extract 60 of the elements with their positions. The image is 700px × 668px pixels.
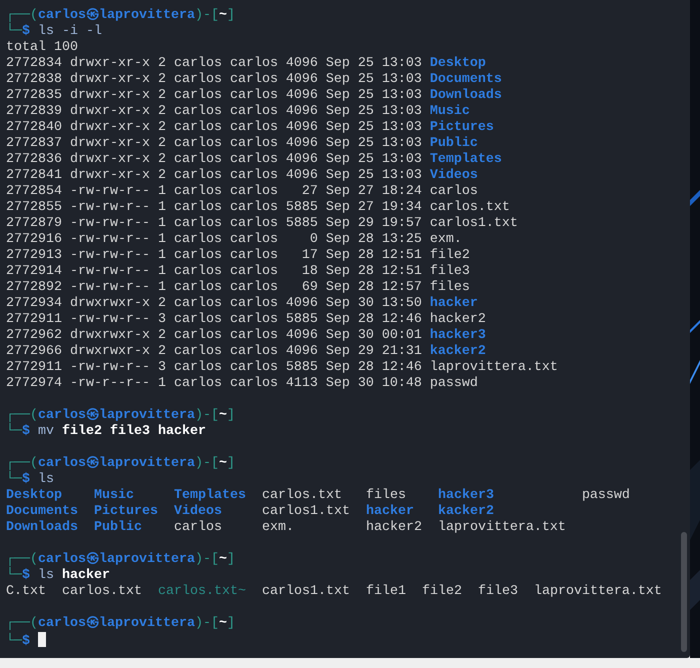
file-name: file2 <box>422 584 462 600</box>
file-name: kacker2 <box>438 504 495 520</box>
listing-row-text: 2772914 -rw-rw-r-- 1 carlos carlos 18 Sep 28 12:51 file3 <box>6 264 471 280</box>
file-name: Downloads <box>6 520 78 536</box>
file-name: Videos <box>174 504 223 520</box>
listing-row-text: 2772962 drwxrwxr-x 2 carlos carlos 4096 Sep 30 00:01 hacker3 <box>6 328 487 344</box>
file-name: Templates <box>174 488 246 504</box>
file-name: exm. <box>262 520 295 536</box>
command-line[interactable]: └─$ ls <box>6 472 684 488</box>
file-name: laprovittera.txt <box>438 520 566 536</box>
command-line[interactable]: └─$ ls hacker <box>6 568 684 584</box>
file-name: carlos.txt <box>262 488 343 504</box>
listing-row-text: 2772913 -rw-rw-r-- 1 carlos carlos 17 Sep 28 12:51 file2 <box>6 248 471 264</box>
file-name: carlos <box>174 520 223 536</box>
file-name: carlos1.txt <box>262 584 350 600</box>
listing-row-text: 2772835 drwxr-xr-x 2 carlos carlos 4096 Sep 25 13:03 Downloads <box>6 88 503 104</box>
listing-row-text: 2772916 -rw-rw-r-- 1 carlos carlos 0 Sep 28 13:25 exm. <box>6 232 463 248</box>
file-name: hacker2 <box>366 520 422 536</box>
prompt-line: ┌──(carlos㉿laprovittera)-[~] <box>6 616 236 632</box>
file-name: carlos.txt~ <box>158 584 246 600</box>
prompt-line: ┌──(carlos㉿laprovittera)-[~] <box>6 552 236 567</box>
listing-row-text: 2772838 drwxr-xr-x 2 carlos carlos 4096 Sep 25 13:03 Documents <box>6 72 503 88</box>
listing-row-text: 2772854 -rw-rw-r-- 1 carlos carlos 27 Sep 27 18:24 carlos <box>6 184 479 200</box>
listing-row-text: 2772974 -rw-r--r-- 1 carlos carlos 4113 Sep 30 10:48 passwd <box>6 376 479 392</box>
listing-row-text: 2772839 drwxr-xr-x 2 carlos carlos 4096 Sep 25 13:03 Music <box>6 104 471 120</box>
command-line[interactable]: └─$ ls -i -l <box>6 24 684 40</box>
prompt-line: ┌──(carlos㉿laprovittera)-[~] <box>6 8 236 23</box>
listing-row-text: 2772911 -rw-rw-r-- 3 carlos carlos 5885 Sep 28 12:46 hacker2 <box>6 312 487 328</box>
file-name: hacker <box>366 504 415 520</box>
listing-row-text: 2772834 drwxr-xr-x 2 carlos carlos 4096 Sep 25 13:03 Desktop <box>6 56 487 72</box>
listing-row-text: 2772892 -rw-rw-r-- 1 carlos carlos 69 Sep 28 12:57 files <box>6 280 471 296</box>
file-name: files <box>366 488 407 504</box>
file-name: carlos.txt <box>62 584 142 600</box>
total-line: total 100 <box>6 40 79 56</box>
file-name: laprovittera.txt <box>534 584 662 600</box>
file-name: carlos1.txt <box>262 504 350 520</box>
listing-row-text: 2772879 -rw-rw-r-- 1 carlos carlos 5885 Sep 29 19:57 carlos1.txt <box>6 216 519 232</box>
file-name: passwd <box>582 488 630 504</box>
file-name: Desktop <box>6 488 63 504</box>
file-name: Public <box>94 520 143 536</box>
listing-row-text: 2772840 drwxr-xr-x 2 carlos carlos 4096 Sep 25 13:03 Pictures <box>6 120 495 136</box>
file-name: hacker3 <box>438 488 495 504</box>
file-name: file3 <box>478 584 518 600</box>
command-line[interactable]: └─$ <box>6 632 684 648</box>
scrollbar[interactable] <box>681 532 687 652</box>
prompt-line: ┌──(carlos㉿laprovittera)-[~] <box>6 408 236 423</box>
listing-row-text: 2772836 drwxr-xr-x 2 carlos carlos 4096 Sep 25 13:03 Templates <box>6 152 503 168</box>
file-name: Documents <box>6 504 78 520</box>
file-name: file1 <box>366 584 406 600</box>
listing-row-text: 2772841 drwxr-xr-x 2 carlos carlos 4096 Sep 25 13:03 Videos <box>6 168 479 184</box>
file-name: Pictures <box>94 504 158 520</box>
listing-row-text: 2772855 -rw-rw-r-- 1 carlos carlos 5885 Sep 27 19:34 carlos.txt <box>6 200 511 216</box>
listing-row-text: 2772837 drwxr-xr-x 2 carlos carlos 4096 Sep 25 13:03 Public <box>6 136 479 152</box>
prompt-line: ┌──(carlos㉿laprovittera)-[~] <box>6 456 236 471</box>
command-line[interactable]: └─$ mv file2 file3 hacker <box>6 424 684 440</box>
listing-row-text: 2772911 -rw-rw-r-- 3 carlos carlos 5885 Sep 28 12:46 laprovittera.txt <box>6 360 559 376</box>
file-name: Music <box>94 488 135 504</box>
file-name: C.txt <box>6 584 46 600</box>
listing-row-text: 2772966 drwxrwxr-x 2 carlos carlos 4096 Sep 29 21:31 kacker2 <box>6 344 487 360</box>
listing-row-text: 2772934 drwxrwxr-x 2 carlos carlos 4096 Sep 30 13:50 hacker <box>6 296 479 312</box>
